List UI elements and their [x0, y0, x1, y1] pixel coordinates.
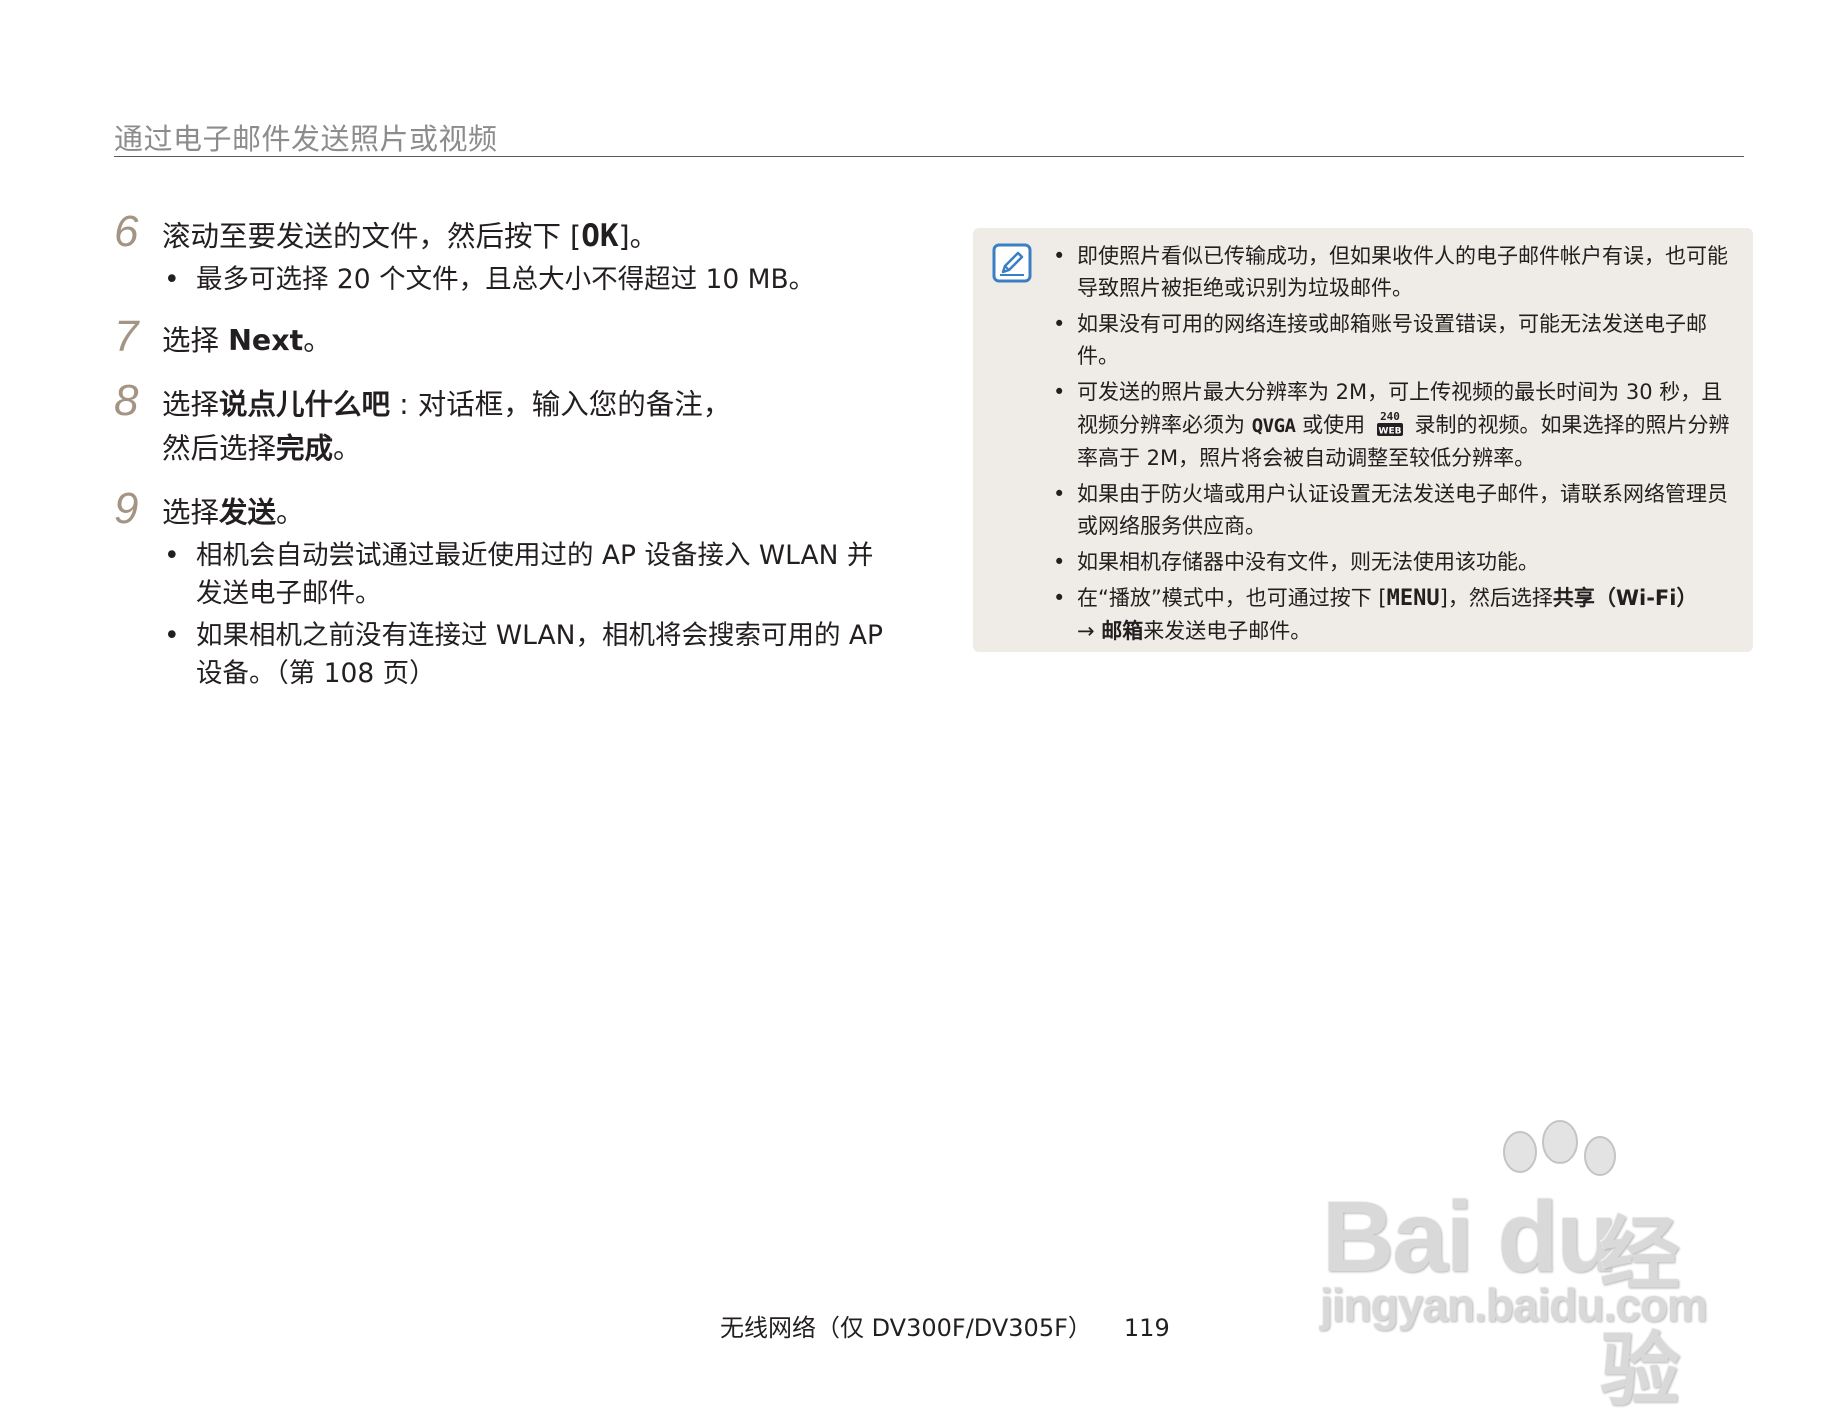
- steps-list: 6 滚动至要发送的文件，然后按下 [OK]。 最多可选择 20 个文件，且总大小…: [114, 207, 894, 713]
- step-text: 选择 Next。: [162, 319, 894, 363]
- sub-item: 如果相机之前没有连接过 WLAN，相机将会搜索可用的 AP 设备。（第 108 …: [162, 617, 894, 693]
- step-9: 9 选择发送。 相机会自动尝试通过最近使用过的 AP 设备接入 WLAN 并发送…: [114, 484, 894, 693]
- step-text-part: 。: [303, 324, 332, 357]
- web-recording-icon: 240 WEB: [1376, 410, 1403, 437]
- note-item: 在“播放”模式中，也可通过按下 [MENU]，然后选择共享（Wi-Fi） → 邮箱…: [1053, 582, 1739, 647]
- step-text-part: 选择: [162, 324, 229, 357]
- step-text-part: 。: [333, 432, 362, 465]
- step-text-part: 然后选择: [162, 432, 277, 465]
- note-text-part: 或使用: [1295, 413, 1372, 437]
- note-text-part: ]，然后选择: [1439, 586, 1553, 610]
- step-8: 8 选择说点儿什么吧 : 对话框，输入您的备注， 然后选择完成。: [114, 376, 894, 471]
- step-text-part: 选择: [162, 388, 220, 421]
- step-number: 9: [114, 484, 139, 533]
- step-text-part: ]。: [618, 220, 659, 253]
- step-bold-term: 完成: [276, 432, 334, 465]
- sub-item: 相机会自动尝试通过最近使用过的 AP 设备接入 WLAN 并发送电子邮件。: [162, 537, 894, 613]
- step-number: 8: [114, 376, 139, 425]
- step-number: 6: [114, 207, 139, 256]
- note-item: 即使照片看似已传输成功，但如果收件人的电子邮件帐户有误，也可能导致照片被拒绝或识…: [1053, 240, 1739, 304]
- baidu-watermark: Bai du 经验 jingyan.baidu.com: [1300, 1120, 1750, 1417]
- note-item: 如果没有可用的网络连接或邮箱账号设置错误，可能无法发送电子邮件。: [1053, 308, 1739, 372]
- step-text-part: 选择: [162, 496, 220, 529]
- step-number: 7: [114, 312, 139, 361]
- note-bold-term: 邮箱: [1101, 619, 1144, 643]
- step-text: 选择发送。: [162, 491, 894, 535]
- qvga-label: QVGA: [1251, 415, 1296, 437]
- step-bold-term: 说点儿什么吧: [219, 388, 391, 421]
- footer-section: 无线网络（仅 DV300F/DV305F）: [720, 1314, 1092, 1342]
- step-sublist: 相机会自动尝试通过最近使用过的 AP 设备接入 WLAN 并发送电子邮件。 如果…: [162, 537, 894, 693]
- note-text-part: →: [1077, 619, 1102, 643]
- note-pencil-icon: [992, 243, 1032, 283]
- note-text-part: 来发送电子邮件。: [1143, 619, 1312, 643]
- ok-key: OK: [581, 218, 619, 254]
- note-item: 如果相机存储器中没有文件，则无法使用该功能。: [1053, 546, 1739, 578]
- step-bold-term: 发送: [219, 496, 277, 529]
- sub-item: 最多可选择 20 个文件，且总大小不得超过 10 MB。: [162, 261, 894, 299]
- note-list: 即使照片看似已传输成功，但如果收件人的电子邮件帐户有误，也可能导致照片被拒绝或识…: [1053, 240, 1739, 651]
- watermark-url: jingyan.baidu.com: [1320, 1279, 1708, 1331]
- page-footer: 无线网络（仅 DV300F/DV305F） 119: [720, 1308, 1170, 1343]
- note-box: 即使照片看似已传输成功，但如果收件人的电子邮件帐户有误，也可能导致照片被拒绝或识…: [973, 228, 1753, 652]
- note-item: 如果由于防火墙或用户认证设置无法发送电子邮件，请联系网络管理员或网络服务供应商。: [1053, 478, 1739, 542]
- step-6: 6 滚动至要发送的文件，然后按下 [OK]。 最多可选择 20 个文件，且总大小…: [114, 207, 894, 299]
- note-text-part: 在“播放”模式中，也可通过按下 [: [1077, 586, 1387, 610]
- step-text: 滚动至要发送的文件，然后按下 [OK]。: [162, 214, 894, 259]
- menu-key: MENU: [1386, 586, 1440, 611]
- page-number: 119: [1123, 1314, 1170, 1342]
- step-text-part: : 对话框，输入您的备注，: [390, 388, 732, 421]
- step-text-part: 滚动至要发送的文件，然后按下 [: [162, 220, 582, 253]
- step-bold-term: Next: [228, 324, 304, 357]
- step-text-part: 。: [276, 496, 305, 529]
- rec-icon-bottom: WEB: [1378, 427, 1401, 437]
- note-bold-term: 共享（Wi-Fi）: [1552, 586, 1698, 610]
- page-section-title: 通过电子邮件发送照片或视频: [114, 122, 498, 156]
- note-item: 可发送的照片最大分辨率为 2M，可上传视频的最长时间为 30 秒，且视频分辨率必…: [1053, 376, 1739, 474]
- step-text: 选择说点儿什么吧 : 对话框，输入您的备注， 然后选择完成。: [162, 383, 894, 471]
- step-sublist: 最多可选择 20 个文件，且总大小不得超过 10 MB。: [162, 261, 894, 299]
- rec-icon-top: 240: [1380, 410, 1400, 423]
- step-7: 7 选择 Next。: [114, 312, 894, 363]
- title-divider: [114, 156, 1744, 157]
